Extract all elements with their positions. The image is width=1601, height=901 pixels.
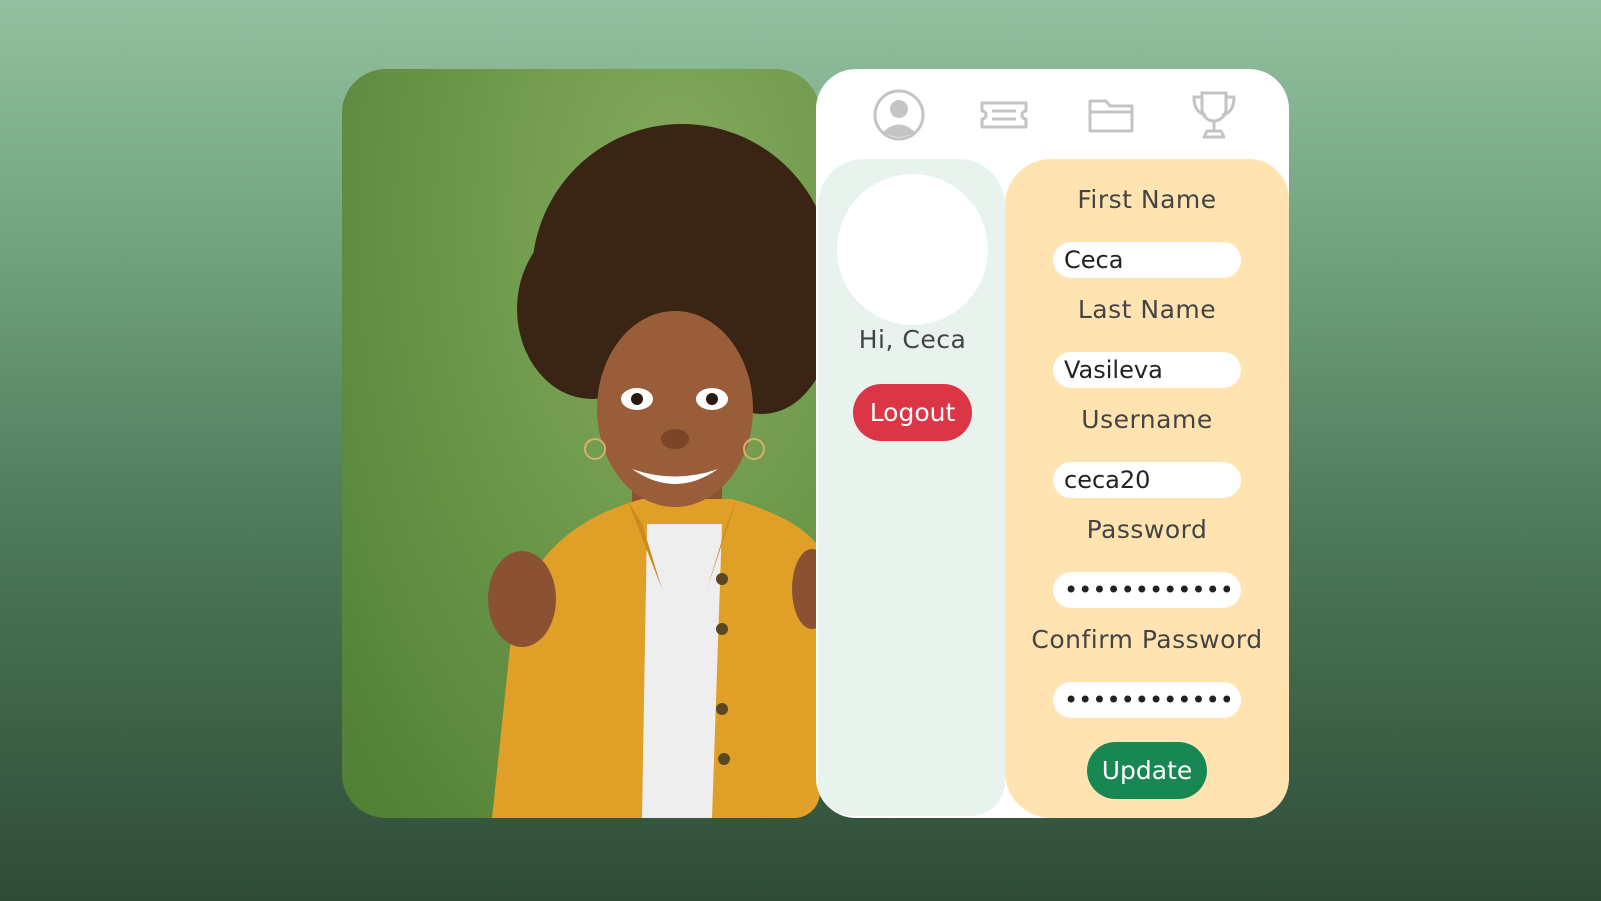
confirm-password-label: Confirm Password	[1031, 625, 1263, 654]
first-name-label: First Name	[1077, 185, 1217, 214]
first-name-field[interactable]	[1053, 242, 1241, 278]
last-name-field[interactable]	[1053, 352, 1241, 388]
user-circle-icon[interactable]	[871, 87, 927, 143]
password-field[interactable]	[1053, 572, 1241, 608]
trophy-icon[interactable]	[1186, 87, 1242, 143]
account-sidebar: Hi, Ceca Logout	[818, 159, 1005, 816]
greeting-text: Hi, Ceca	[858, 325, 967, 354]
confirm-password-field[interactable]	[1053, 682, 1241, 718]
ticket-icon[interactable]	[976, 87, 1032, 143]
password-label: Password	[1086, 515, 1208, 544]
username-field[interactable]	[1053, 462, 1241, 498]
logout-button[interactable]: Logout	[853, 384, 972, 441]
profile-form: First Name Last Name Username Password C…	[1005, 159, 1289, 818]
avatar	[837, 174, 988, 325]
hero-photo	[342, 69, 820, 818]
profile-card: Hi, Ceca Logout First Name Last Name Use…	[816, 69, 1289, 818]
last-name-label: Last Name	[1077, 295, 1217, 324]
excited-woman-illustration	[488, 124, 820, 818]
update-button[interactable]: Update	[1087, 742, 1207, 799]
folder-icon[interactable]	[1084, 87, 1140, 143]
username-label: Username	[1081, 405, 1213, 434]
